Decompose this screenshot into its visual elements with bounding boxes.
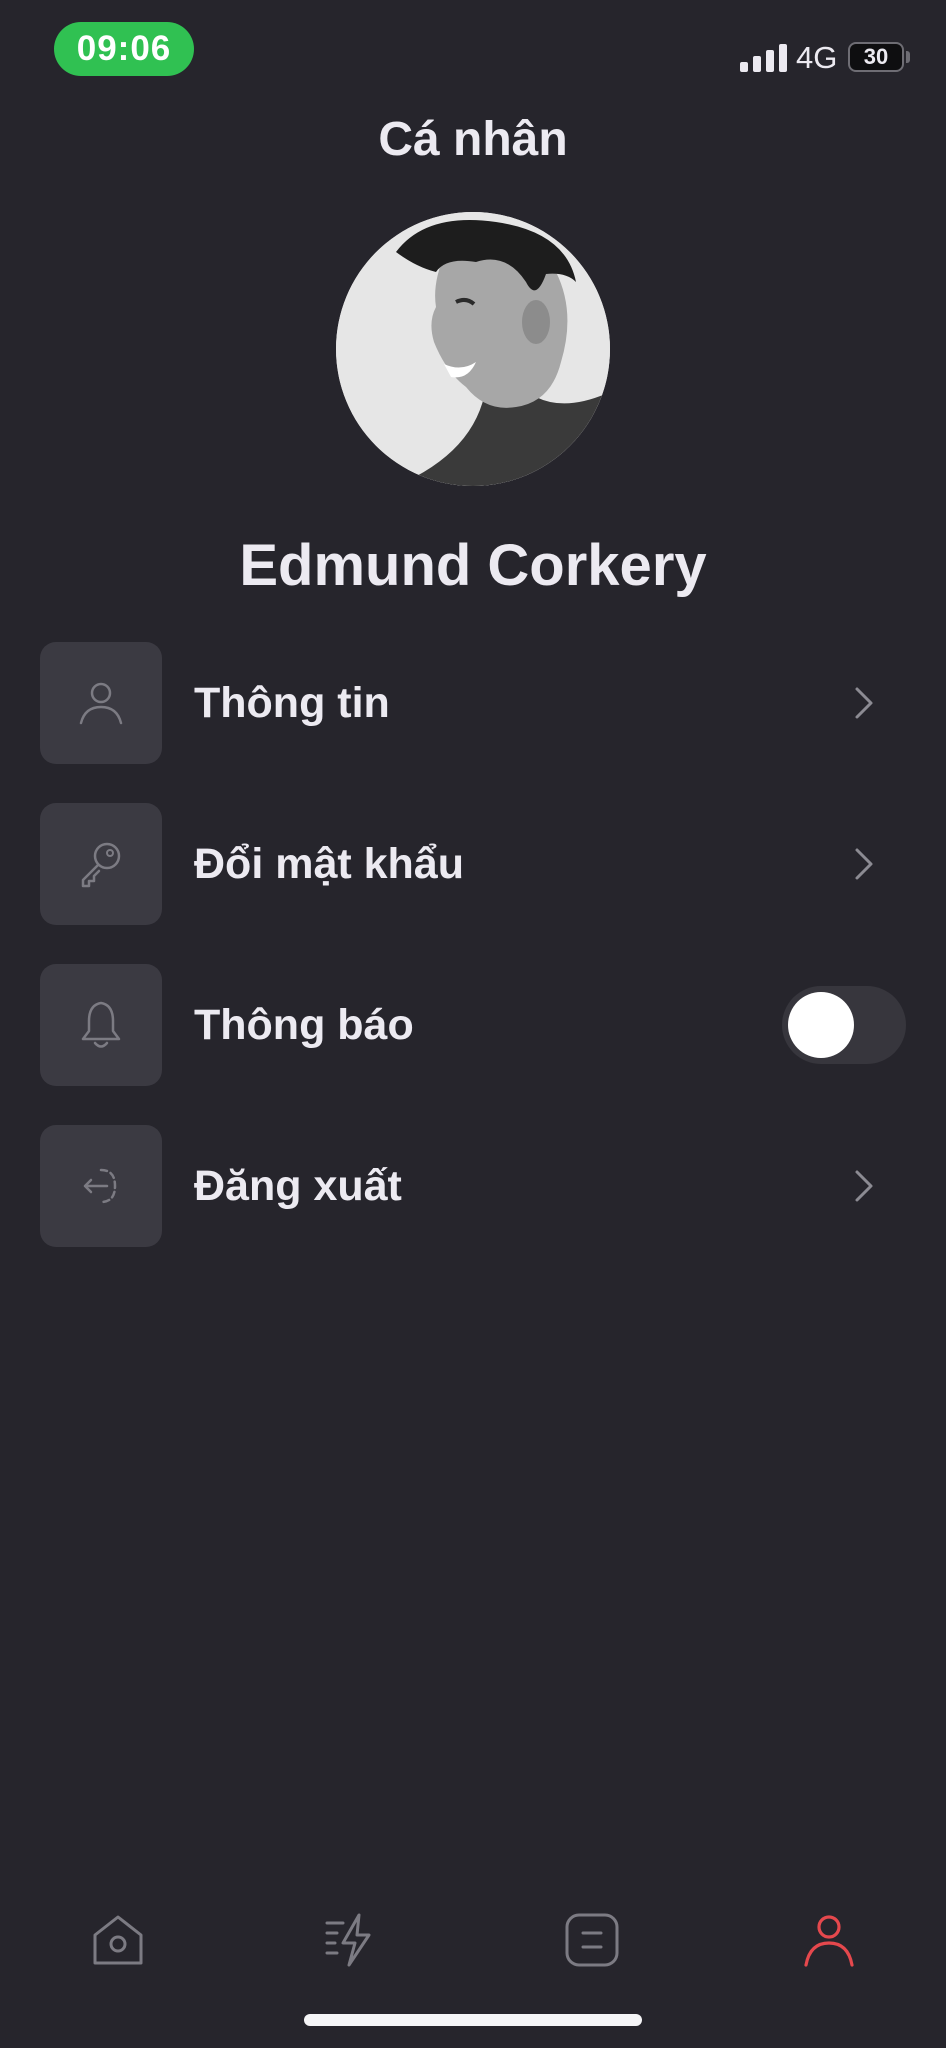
tab-profile[interactable]: [789, 1900, 869, 1980]
battery-icon: 30: [848, 42, 904, 72]
bell-icon: [81, 1001, 121, 1048]
logout-icon: [83, 1168, 117, 1204]
avatar[interactable]: [336, 212, 610, 486]
tab-activity[interactable]: [314, 1900, 394, 1980]
status-time[interactable]: 09:06: [54, 22, 194, 76]
menu-icon-box: [40, 964, 162, 1086]
notifications-toggle[interactable]: [782, 986, 906, 1064]
chevron-right-icon: [855, 687, 873, 719]
user-icon: [79, 682, 123, 725]
list-icon: [565, 1913, 619, 1967]
battery-level: 30: [863, 44, 889, 69]
page-title: Cá nhân: [378, 113, 568, 166]
menu-item-notifications: Thông báo: [40, 964, 906, 1086]
home-icon: [93, 1915, 143, 1965]
menu-icon-box: [40, 1125, 162, 1247]
avatar-photo: [336, 212, 610, 486]
status-bar: 09:06 4G 30: [0, 0, 946, 90]
chevron-right-icon: [855, 1170, 873, 1202]
menu-item-label: Thông báo: [194, 1000, 414, 1049]
battery-tip: [906, 51, 910, 63]
menu-item-change-password[interactable]: Đổi mật khẩu: [40, 803, 906, 925]
user-name: Edmund Corkery: [239, 533, 707, 598]
menu-icon-box: [40, 803, 162, 925]
menu-icon-box: [40, 642, 162, 764]
home-indicator[interactable]: [304, 2014, 642, 2026]
bottom-tab-bar: [0, 1900, 946, 1990]
toggle-knob: [788, 992, 854, 1058]
chevron-right-icon: [855, 848, 873, 880]
tab-home[interactable]: [78, 1900, 158, 1980]
profile-screen: 09:06 4G 30 Cá nhân Edmund Corkery Thông…: [0, 0, 946, 2048]
network-label: 4G: [796, 40, 838, 75]
menu-item-logout[interactable]: Đăng xuất: [40, 1125, 906, 1247]
menu-item-label: Đăng xuất: [194, 1161, 402, 1210]
tab-list[interactable]: [552, 1900, 632, 1980]
signal-icon: [740, 44, 787, 72]
menu-item-label: Đổi mật khẩu: [194, 839, 464, 888]
menu-item-label: Thông tin: [194, 678, 390, 727]
profile-icon: [804, 1915, 854, 1967]
lightning-icon: [325, 1913, 371, 1967]
key-icon: [81, 842, 121, 888]
settings-menu: Thông tin Đổi mật khẩu Thông báo Đăng xu…: [40, 642, 906, 1286]
menu-item-info[interactable]: Thông tin: [40, 642, 906, 764]
